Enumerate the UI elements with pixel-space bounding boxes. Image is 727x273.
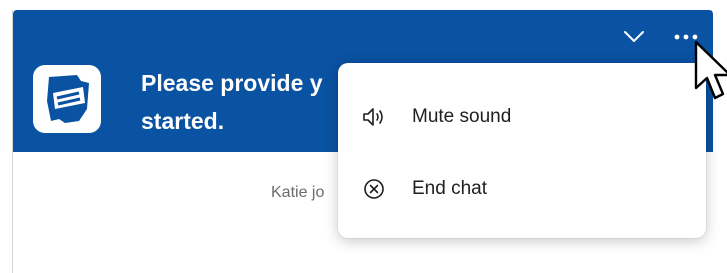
sers-logo — [33, 65, 101, 133]
minimize-button[interactable] — [619, 24, 649, 50]
end-chat-label: End chat — [412, 178, 487, 199]
end-chat-menu-item[interactable]: End chat — [338, 161, 706, 217]
screen: Please provide y started. Katie jo Mute … — [0, 0, 727, 273]
chevron-down-icon — [624, 31, 644, 42]
close-circle-icon — [362, 177, 386, 201]
options-menu: Mute sound End chat — [338, 63, 706, 238]
agent-name: Katie jo — [271, 184, 325, 201]
ohio-state-logo-icon — [47, 75, 89, 123]
mute-sound-menu-item[interactable]: Mute sound — [338, 89, 706, 145]
mouse-pointer-icon — [694, 40, 727, 100]
speaker-icon — [362, 105, 386, 129]
mute-sound-label: Mute sound — [412, 106, 512, 127]
